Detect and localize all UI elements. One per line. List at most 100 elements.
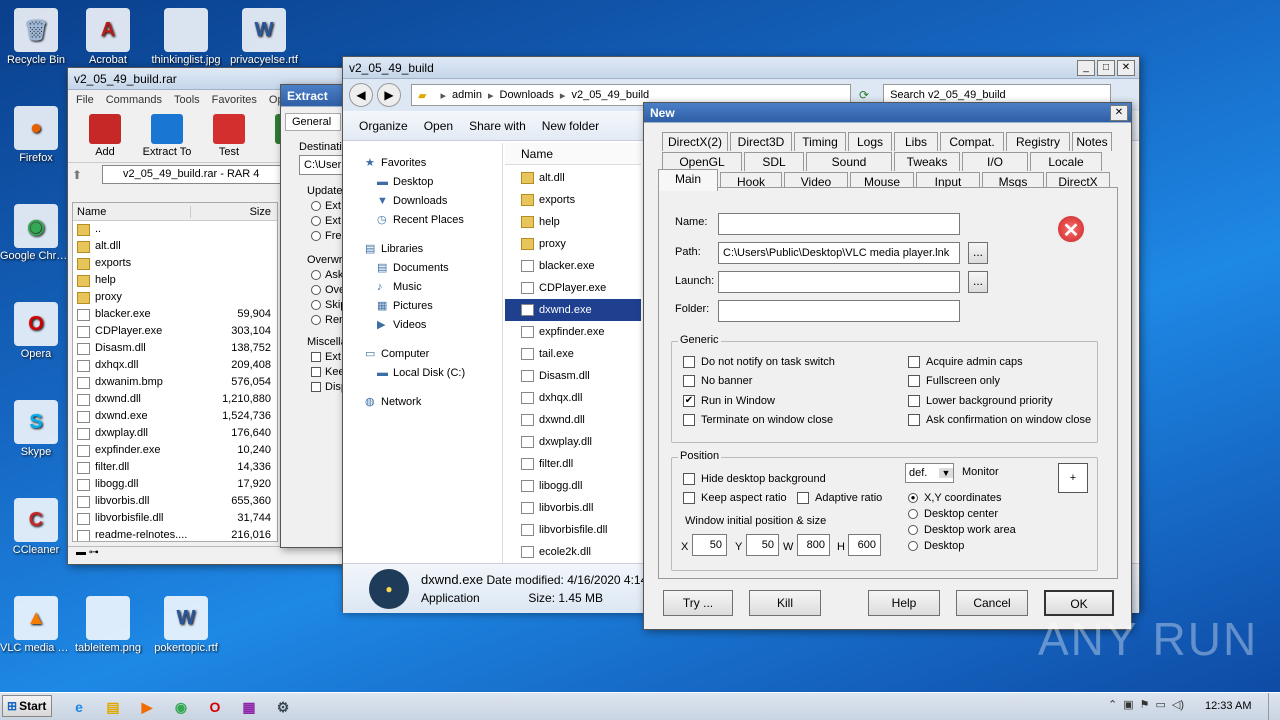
file-row[interactable]: filter.dll 14,336 xyxy=(73,459,277,476)
extract-window[interactable]: Extract General Destinati C:\User Update… xyxy=(280,84,350,548)
file-row[interactable]: dxwnd.exe xyxy=(505,299,641,321)
network-tray-icon[interactable]: ▣ xyxy=(1123,698,1133,711)
nav-item[interactable]: ▤ Documents xyxy=(343,258,502,277)
file-row[interactable]: libvorbis.dll 655,360 xyxy=(73,493,277,510)
tab[interactable]: DirectX(2) xyxy=(662,132,728,151)
col-name[interactable]: Name xyxy=(73,205,191,218)
tray-expand-icon[interactable]: ⌃ xyxy=(1108,698,1117,711)
menu-item[interactable]: File xyxy=(76,94,94,106)
menu-item[interactable]: Tools xyxy=(174,94,200,106)
file-row[interactable]: libvorbisfile.dll 31,744 xyxy=(73,510,277,527)
hide-desktop-checkbox[interactable]: Hide desktop background xyxy=(683,473,826,485)
menu-item[interactable]: Commands xyxy=(106,94,162,106)
file-row[interactable]: dxwnd.dll xyxy=(505,409,641,431)
nav-item[interactable]: ▬ Desktop xyxy=(343,172,502,191)
tab[interactable]: Locale xyxy=(1030,152,1102,171)
generic-checkbox[interactable]: Acquire admin caps xyxy=(908,356,1023,368)
monitor-tray-icon[interactable]: ▭ xyxy=(1156,698,1166,711)
clock[interactable]: 12:33 AM xyxy=(1205,700,1251,712)
desktop-icon[interactable]: ● Firefox xyxy=(0,106,72,164)
tab[interactable]: Direct3D xyxy=(730,132,792,151)
file-row[interactable]: libogg.dll xyxy=(505,475,641,497)
file-pane[interactable]: Name alt.dll exports help proxy blacker.exe C… xyxy=(505,143,641,563)
file-row[interactable]: proxy xyxy=(73,289,277,306)
extract-titlebar[interactable]: Extract xyxy=(281,85,349,107)
file-row[interactable]: libogg.dll 17,920 xyxy=(73,476,277,493)
file-row[interactable]: help xyxy=(505,211,641,233)
tab[interactable]: Tweaks xyxy=(894,152,960,171)
file-row[interactable]: Disasm.dll 138,752 xyxy=(73,340,277,357)
h-field[interactable]: 600 xyxy=(848,534,881,556)
file-row[interactable]: libvorbisfile.dll xyxy=(505,519,641,541)
file-row[interactable]: filter.dll xyxy=(505,453,641,475)
adaptive-ratio-checkbox[interactable]: Adaptive ratio xyxy=(797,492,882,504)
tab[interactable]: I/O xyxy=(962,152,1028,171)
close-button[interactable]: ✕ xyxy=(1117,59,1135,76)
y-field[interactable]: 50 xyxy=(746,534,779,556)
tab[interactable]: Logs xyxy=(848,132,892,151)
tab[interactable]: Timing xyxy=(794,132,846,151)
generic-checkbox[interactable]: Fullscreen only xyxy=(908,375,1000,387)
file-row[interactable]: Disasm.dll xyxy=(505,365,641,387)
desktop-icon[interactable]: A Acrobat xyxy=(72,8,144,66)
toolbar-button[interactable]: Extract To xyxy=(140,114,194,158)
try-button[interactable]: Try ... xyxy=(663,590,733,616)
toolbar-item[interactable]: New folder xyxy=(542,119,599,133)
desktop-icon[interactable]: S Skype xyxy=(0,400,72,458)
up-arrow-icon[interactable]: ⬆ xyxy=(72,168,102,182)
file-row[interactable]: proxy xyxy=(505,233,641,255)
show-desktop-button[interactable] xyxy=(1268,693,1280,720)
generic-checkbox[interactable]: Ask confirmation on window close xyxy=(908,414,1091,426)
tab[interactable]: Sound xyxy=(806,152,892,171)
breadcrumb-item[interactable]: v2_05_49_build xyxy=(571,89,649,101)
maximize-button[interactable]: □ xyxy=(1097,59,1115,76)
nav-item[interactable]: ▤ Libraries xyxy=(343,239,502,258)
toolbar-item[interactable]: Organize xyxy=(359,119,408,133)
file-row[interactable]: dxhqx.dll 209,408 xyxy=(73,357,277,374)
cancel-button[interactable]: Cancel xyxy=(956,590,1028,616)
nav-item[interactable]: ▼ Downloads xyxy=(343,191,502,210)
desktop-icon[interactable]: Wprivacyelse.rtf xyxy=(228,8,300,66)
nav-item[interactable]: ▦ Pictures xyxy=(343,296,502,315)
folder-field[interactable] xyxy=(718,300,960,322)
position-radio[interactable]: Desktop xyxy=(908,540,964,552)
file-row[interactable]: help xyxy=(73,272,277,289)
desktop-icon[interactable]: thinkinglist.jpg xyxy=(150,8,222,66)
name-field[interactable] xyxy=(718,213,960,235)
tab[interactable]: Registry xyxy=(1006,132,1070,151)
file-row[interactable]: expfinder.exe 10,240 xyxy=(73,442,277,459)
generic-checkbox[interactable]: Do not notify on task switch xyxy=(683,356,835,368)
file-row[interactable]: dxhqx.dll xyxy=(505,387,641,409)
opera-icon[interactable]: O xyxy=(200,695,230,719)
position-radio[interactable]: Desktop center xyxy=(908,508,998,520)
new-dialog[interactable]: New ✕ DirectX(2) Direct3D Timing Logs Libs Co… xyxy=(643,102,1132,630)
dxwnd-task-icon[interactable]: ⚙ xyxy=(268,695,298,719)
volume-tray-icon[interactable]: ◁) xyxy=(1172,698,1184,711)
file-row[interactable]: exports xyxy=(73,255,277,272)
file-row[interactable]: dxwanim.bmp 576,054 xyxy=(73,374,277,391)
toolbar-button[interactable]: Test xyxy=(202,114,256,158)
start-button[interactable]: ⊞ Start xyxy=(2,695,52,717)
nav-item[interactable]: ◍ Network xyxy=(343,392,502,411)
file-row[interactable]: tail.exe xyxy=(505,343,641,365)
nav-item[interactable]: ▭ Computer xyxy=(343,344,502,363)
desktop-icon[interactable]: 🗑 Recycle Bin xyxy=(0,8,72,66)
nav-item[interactable]: ◷ Recent Places xyxy=(343,210,502,229)
generic-checkbox[interactable]: No banner xyxy=(683,375,752,387)
x-field[interactable]: 50 xyxy=(692,534,727,556)
kill-button[interactable]: Kill xyxy=(749,590,821,616)
file-row[interactable]: .. xyxy=(73,221,277,238)
position-radio[interactable]: ● X,Y coordinates xyxy=(908,492,1001,504)
desktop-icon[interactable]: Wpokertopic.rtf xyxy=(150,596,222,654)
menu-item[interactable]: Favorites xyxy=(212,94,257,106)
desktop-icon[interactable]: C CCleaner xyxy=(0,498,72,556)
file-row[interactable]: dxwnd.dll 1,210,880 xyxy=(73,391,277,408)
crosshair-icon[interactable]: + xyxy=(1058,463,1088,493)
path-browse-button[interactable]: ... xyxy=(968,242,988,264)
generic-checkbox[interactable]: ✔ Run in Window xyxy=(683,395,775,407)
toolbar-button[interactable]: Add xyxy=(78,114,132,158)
generic-checkbox[interactable]: Lower background priority xyxy=(908,395,1053,407)
path-field[interactable]: C:\Users\Public\Desktop\VLC media player… xyxy=(718,242,960,264)
breadcrumb-item[interactable]: admin xyxy=(452,89,482,101)
position-radio[interactable]: Desktop work area xyxy=(908,524,1016,536)
